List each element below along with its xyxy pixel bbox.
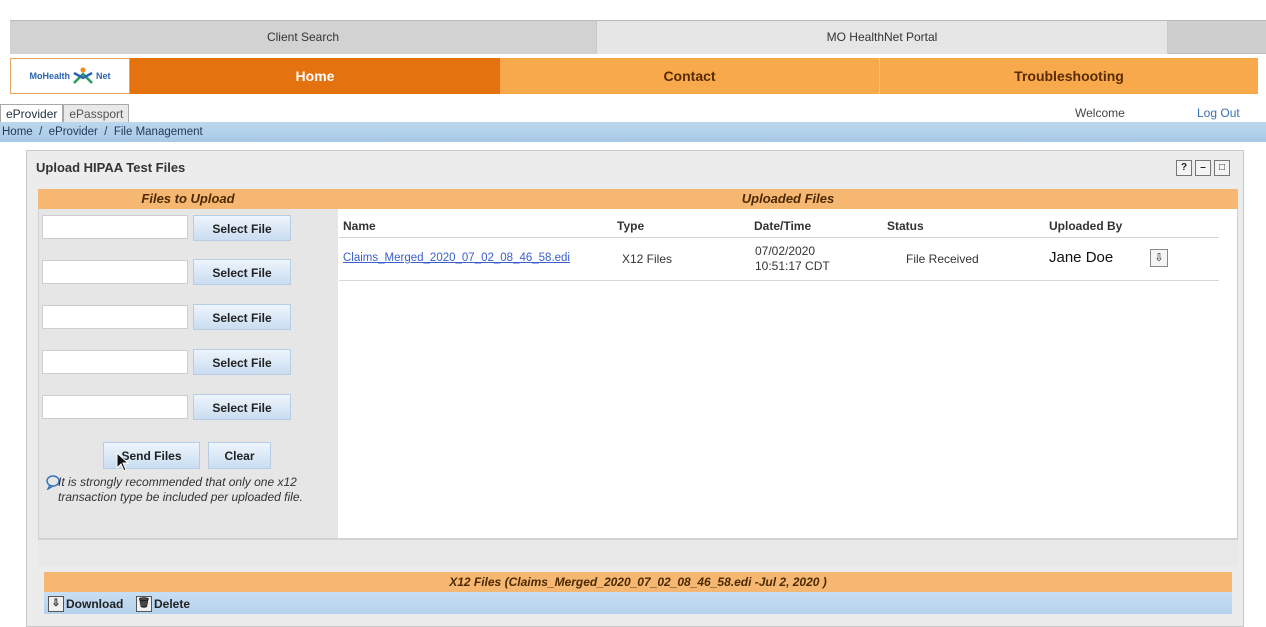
welcome-text: Welcome <box>1075 106 1125 120</box>
download-label: Download <box>66 597 124 611</box>
file-path-field-4[interactable] <box>42 350 188 374</box>
download-button[interactable]: ⇩ Download <box>48 596 123 612</box>
breadcrumb[interactable]: Home / eProvider / File Management <box>2 126 203 138</box>
file-path-field-5[interactable] <box>42 395 188 419</box>
maximize-icon[interactable]: □ <box>1214 160 1230 176</box>
panel-controls: ? – □ <box>1176 160 1230 176</box>
col-type-header[interactable]: Type <box>617 219 644 233</box>
file-date-cell: 07/02/2020 <box>755 244 816 258</box>
x12-toolbar <box>44 592 1232 614</box>
nav-home[interactable]: Home <box>130 58 500 94</box>
tab-mo-healthnet-portal[interactable]: MO HealthNet Portal <box>596 21 1168 54</box>
file-status-cell: File Received <box>906 252 979 266</box>
file-path-field-1[interactable] <box>42 215 188 239</box>
files-to-upload-heading: Files to Upload <box>38 189 338 209</box>
trash-icon: 🗑 <box>136 596 152 612</box>
uploaded-files-heading: Uploaded Files <box>338 189 1238 209</box>
sub-tabs: eProvider ePassport <box>0 104 130 123</box>
subtab-epassport[interactable]: ePassport <box>63 104 130 123</box>
file-time-cell: 10:51:17 CDT <box>755 259 830 273</box>
mohealthnet-logo[interactable]: MoHealth Net <box>10 58 130 94</box>
main-nav: MoHealth Net Home Contact Troubleshootin… <box>10 58 1258 94</box>
logo-text-right: Net <box>95 71 111 81</box>
col-name-header[interactable]: Name <box>343 219 376 233</box>
col-datetime-header[interactable]: Date/Time <box>754 219 811 233</box>
file-name-link[interactable]: Claims_Merged_2020_07_02_08_46_58.edi <box>343 252 570 264</box>
select-file-button-1[interactable]: Select File <box>193 215 291 241</box>
select-file-button-4[interactable]: Select File <box>193 349 291 375</box>
upload-recommendation-note: It is strongly recommended that only one… <box>58 475 303 504</box>
download-icon: ⇩ <box>48 596 64 612</box>
row-divider <box>339 280 1219 281</box>
download-icon[interactable]: ⇩ <box>1150 249 1168 267</box>
delete-button[interactable]: 🗑 Delete <box>136 596 190 612</box>
delete-label: Delete <box>154 597 191 611</box>
nav-troubleshooting[interactable]: Troubleshooting <box>880 58 1258 94</box>
logo-text-left: MoHealth <box>29 71 70 81</box>
logout-link[interactable]: Log Out <box>1197 106 1240 120</box>
minimize-icon[interactable]: – <box>1195 160 1211 176</box>
help-icon[interactable]: ? <box>1176 160 1192 176</box>
panel-title: Upload HIPAA Test Files <box>36 160 186 175</box>
col-status-header[interactable]: Status <box>887 219 924 233</box>
clear-button[interactable]: Clear <box>208 442 271 469</box>
subtab-eprovider[interactable]: eProvider <box>0 104 64 123</box>
file-path-field-2[interactable] <box>42 260 188 284</box>
tab-client-search[interactable]: Client Search <box>10 21 596 54</box>
mouse-pointer-icon <box>116 452 130 472</box>
select-file-button-2[interactable]: Select File <box>193 259 291 285</box>
logo-figure-icon <box>73 67 93 84</box>
top-tab-strip: Client Search MO HealthNet Portal <box>10 20 1266 54</box>
select-file-button-5[interactable]: Select File <box>193 394 291 420</box>
nav-contact[interactable]: Contact <box>500 58 880 94</box>
file-type-cell: X12 Files <box>622 252 673 266</box>
col-uploaded-by-header[interactable]: Uploaded By <box>1049 219 1122 233</box>
x12-files-heading: X12 Files (Claims_Merged_2020_07_02_08_4… <box>44 572 1232 592</box>
uploaded-by-cell: Jane Doe <box>1049 249 1114 266</box>
file-path-field-3[interactable] <box>42 305 188 329</box>
select-file-button-3[interactable]: Select File <box>193 304 291 330</box>
panel-footer-strip <box>38 539 1238 567</box>
